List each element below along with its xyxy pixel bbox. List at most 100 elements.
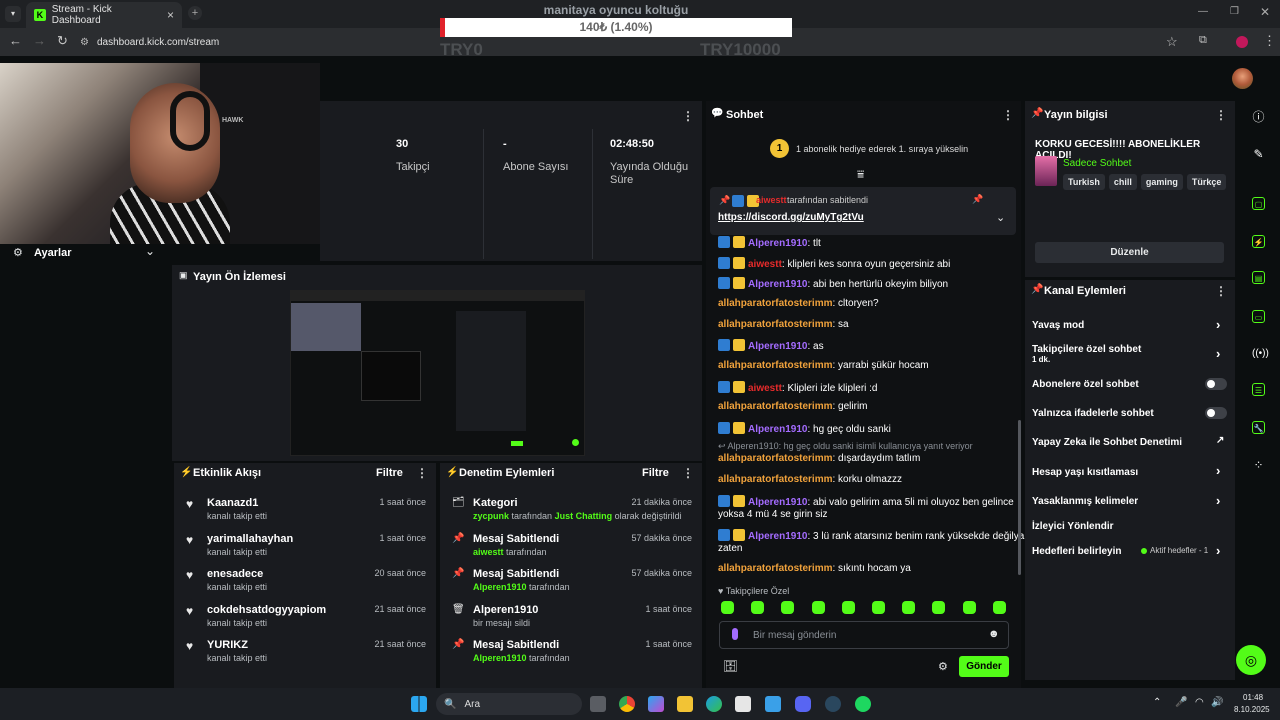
reload-icon[interactable]: ↻	[57, 33, 68, 49]
extensions-icon[interactable]: ⧉	[1199, 34, 1207, 47]
window-minimize-icon[interactable]: —	[1198, 6, 1208, 17]
chevron-down-icon[interactable]: ⌄	[145, 244, 155, 258]
emote-icon[interactable]	[811, 601, 825, 614]
emotes-only-toggle[interactable]	[1205, 407, 1227, 419]
support-button[interactable]: ◎	[1236, 645, 1266, 675]
stream-preview-video[interactable]	[290, 290, 585, 456]
chat-username[interactable]: Alperen1910	[748, 238, 807, 249]
emote-icon[interactable]	[872, 601, 885, 614]
window-restore-icon[interactable]: ❐	[1230, 6, 1239, 17]
user-avatar[interactable]	[1232, 68, 1253, 89]
chat-message[interactable]: allahparatorfatosterimm: sıkıntı hocam y…	[718, 563, 911, 574]
chat-message[interactable]: allahparatorfatosterimm: korku olmazzz	[718, 474, 902, 485]
banned-words-row[interactable]: Yasaklanmış kelimeler	[1032, 496, 1138, 507]
app-icon[interactable]	[765, 696, 781, 712]
moderation-menu-icon[interactable]: ⋮	[682, 466, 694, 480]
goals-row[interactable]: Hedefleri belirleyin	[1032, 546, 1121, 557]
clip-icon[interactable]: ▢	[1252, 197, 1265, 210]
chat-message[interactable]: aiwestt: klipleri kes sonra oyun geçersi…	[718, 257, 950, 270]
info-icon[interactable]: ⓘ	[1252, 111, 1265, 124]
chat-username[interactable]: Alperen1910	[748, 279, 807, 290]
raid-row[interactable]: İzleyici Yönlendir	[1032, 521, 1114, 532]
tab-list-button[interactable]: ▾	[5, 6, 21, 22]
chevron-right-icon[interactable]: ›	[1216, 493, 1220, 508]
clock-date[interactable]: 8.10.2025	[1234, 705, 1270, 714]
emote-icon[interactable]	[962, 601, 976, 614]
broadcast-icon[interactable]: ((•))	[1252, 347, 1269, 360]
new-tab-button[interactable]: +	[188, 6, 202, 20]
channel-actions-menu-icon[interactable]: ⋮	[1215, 284, 1227, 298]
file-icon[interactable]: ▤	[1252, 271, 1265, 284]
emote-icon[interactable]	[751, 601, 765, 614]
chat-message[interactable]: allahparatorfatosterimm: dışardaydım tat…	[718, 453, 920, 464]
wrench-icon[interactable]: 🔧	[1252, 421, 1265, 434]
chat-message[interactable]: allahparatorfatosterimm: cltoryen?	[718, 298, 879, 309]
activity-user[interactable]: Kaanazd1	[207, 497, 258, 509]
task-view-icon[interactable]	[590, 696, 606, 712]
tag-chip[interactable]: Turkish	[1063, 174, 1105, 190]
edge-icon[interactable]	[706, 696, 722, 712]
tray-chevron-icon[interactable]: ⌃	[1153, 697, 1161, 708]
windows-start-icon[interactable]	[411, 696, 427, 712]
emote-icon[interactable]	[902, 601, 916, 614]
activity-menu-icon[interactable]: ⋮	[416, 466, 428, 480]
chat-message[interactable]: Alperen1910: as	[718, 339, 824, 352]
chat-message[interactable]: Alperen1910: abi ben hertürlü okeyim bil…	[718, 277, 948, 290]
clock-time[interactable]: 01:48	[1243, 693, 1263, 702]
spotify-icon[interactable]	[855, 696, 871, 712]
tag-chip[interactable]: Türkçe	[1186, 174, 1227, 190]
bookmark-star-icon[interactable]: ☆	[1166, 34, 1178, 50]
moderation-user[interactable]: zycpunk	[473, 511, 509, 521]
chat-message[interactable]: Alperen1910: tlt	[718, 236, 821, 249]
unpin-icon[interactable]: 📌	[972, 194, 983, 205]
chevron-right-icon[interactable]: ›	[1216, 346, 1220, 361]
chevron-right-icon[interactable]: ›	[1216, 543, 1220, 558]
volume-icon[interactable]: 🔊	[1211, 697, 1223, 708]
chat-icon[interactable]: ▭	[1252, 310, 1265, 323]
back-icon[interactable]: ←	[9, 33, 22, 48]
chat-username[interactable]: allahparatorfatosterimm	[718, 360, 832, 371]
discord-icon[interactable]	[795, 696, 811, 712]
edit-button[interactable]: Düzenle	[1035, 242, 1224, 263]
activity-user[interactable]: YURIKZ	[207, 639, 248, 651]
browser-menu-icon[interactable]: ⋮	[1263, 33, 1276, 49]
emote-icon[interactable]	[781, 601, 795, 614]
ai-moderation-row[interactable]: Yapay Zeka ile Sohbet Denetimi	[1032, 437, 1182, 448]
edit-icon[interactable]: ✎	[1252, 148, 1265, 161]
site-info-icon[interactable]: ⚙	[80, 37, 89, 48]
mic-icon[interactable]	[732, 628, 738, 640]
tag-chip[interactable]: chill	[1108, 174, 1137, 190]
forward-icon[interactable]: →	[33, 33, 46, 48]
chevron-right-icon[interactable]: ›	[1216, 463, 1220, 478]
activity-user[interactable]: enesadece	[207, 568, 263, 580]
emote-icon[interactable]	[841, 601, 855, 614]
chat-message[interactable]: allahparatorfatosterimm: gelirim	[718, 401, 868, 412]
moderation-user[interactable]: Alperen1910	[473, 653, 527, 663]
category-link[interactable]: Just Chatting	[555, 511, 613, 521]
chat-store-icon[interactable]: 🗄	[723, 659, 738, 673]
emote-icon[interactable]	[721, 601, 734, 614]
file-explorer-icon[interactable]	[677, 696, 693, 712]
apps-icon[interactable]: ⁘	[1252, 459, 1265, 472]
activity-user[interactable]: cokdehsatdogyyapiom	[207, 604, 326, 616]
chat-message[interactable]: Alperen1910: 3 lü rank atarsınız benim r…	[718, 529, 1024, 542]
chat-message[interactable]: allahparatorfatosterimm: sa	[718, 319, 849, 330]
chat-username[interactable]: aiwestt	[748, 383, 782, 394]
chat-username[interactable]: Alperen1910	[748, 424, 807, 435]
moderation-filter-button[interactable]: Filtre	[642, 467, 669, 479]
chat-message[interactable]: aiwestt: Klipleri izle klipleri :d	[718, 381, 878, 394]
chat-settings-icon[interactable]: ⚙	[938, 660, 948, 673]
pinned-expand-icon[interactable]: ⌄	[996, 211, 1005, 224]
collapse-icon[interactable]: ⩸	[857, 167, 864, 182]
chat-scrollbar[interactable]	[1018, 420, 1021, 575]
taskbar-search[interactable]: 🔍 Ara	[436, 693, 582, 715]
chrome-icon[interactable]	[619, 696, 635, 712]
slow-mode-row[interactable]: Yavaş mod	[1032, 320, 1084, 331]
steam-icon[interactable]	[825, 696, 841, 712]
store-icon[interactable]	[735, 696, 751, 712]
chat-username[interactable]: allahparatorfatosterimm	[718, 474, 832, 485]
activity-user[interactable]: yarimallahayhan	[207, 533, 293, 545]
mic-tray-icon[interactable]: 🎤	[1175, 697, 1187, 708]
chat-message[interactable]: Alperen1910: hg geç oldu sanki	[718, 422, 891, 435]
chevron-right-icon[interactable]: ›	[1216, 317, 1220, 332]
